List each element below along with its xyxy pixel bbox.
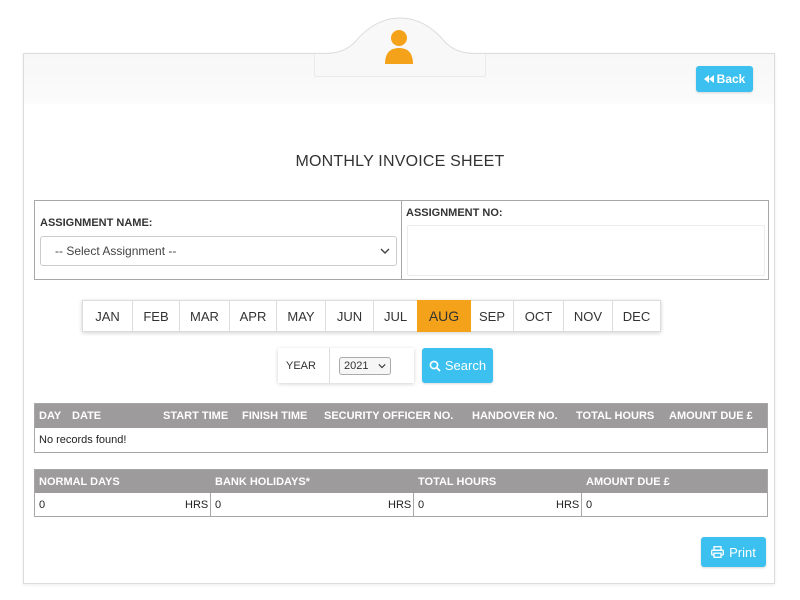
year-select-value: 2021 xyxy=(344,360,369,372)
month-tab-jan[interactable]: JAN xyxy=(82,300,133,332)
col-handover-no: HANDOVER NO. xyxy=(472,410,558,422)
bank-holidays-value: 0 xyxy=(215,499,222,511)
totals-row: 0 HRS 0 HRS 0 HRS 0 xyxy=(35,493,767,516)
month-tab-aug[interactable]: AUG xyxy=(417,300,471,332)
col-bank-holidays: BANK HOLIDAYS* xyxy=(215,476,310,488)
assignment-panel: ASSIGNMENT NAME: -- Select Assignment --… xyxy=(34,200,769,280)
year-label: YEAR xyxy=(278,348,330,383)
col-amount-due: AMOUNT DUE £ xyxy=(586,476,670,488)
assignment-no-cell: ASSIGNMENT NO: xyxy=(402,201,768,279)
back-button-label: Back xyxy=(716,72,746,86)
chevron-down-icon xyxy=(378,364,386,369)
month-tab-feb[interactable]: FEB xyxy=(132,300,180,332)
print-button-label: Print xyxy=(729,544,756,560)
col-normal-days: NORMAL DAYS xyxy=(39,476,120,488)
assignment-no-label: ASSIGNMENT NO: xyxy=(406,207,503,219)
assignment-name-cell: ASSIGNMENT NAME: -- Select Assignment -- xyxy=(35,201,402,279)
print-button[interactable]: Print xyxy=(701,537,766,567)
month-tab-dec[interactable]: DEC xyxy=(612,300,661,332)
normal-days-unit: HRS xyxy=(185,499,209,511)
month-selector: JAN FEB MAR APR MAY JUN JUL AUG SEP OCT NOV DEC xyxy=(82,300,661,332)
col-finish-time: FINISH TIME xyxy=(242,410,308,422)
bank-holidays-unit: HRS xyxy=(388,499,412,511)
year-filter: YEAR 2021 xyxy=(278,348,414,383)
col-total-hours: TOTAL HOURS xyxy=(576,410,655,422)
col-day: DAY xyxy=(39,410,62,422)
rewind-icon xyxy=(703,75,714,83)
empty-message: No records found! xyxy=(39,434,127,446)
total-hours-value: 0 xyxy=(418,499,425,511)
search-button-label: Search xyxy=(444,358,487,373)
totals-table: NORMAL DAYS BANK HOLIDAYS* TOTAL HOURS A… xyxy=(34,469,768,517)
back-button[interactable]: Back xyxy=(696,66,753,92)
user-icon xyxy=(385,30,413,64)
month-tab-sep[interactable]: SEP xyxy=(470,300,514,332)
cell-divider xyxy=(581,493,582,516)
normal-days-value: 0 xyxy=(39,499,46,511)
assignment-select[interactable]: -- Select Assignment -- xyxy=(40,236,397,266)
records-table-header: DAY DATE START TIME FINISH TIME SECURITY… xyxy=(35,404,767,428)
month-tab-apr[interactable]: APR xyxy=(229,300,277,332)
amount-due-value: 0 xyxy=(586,499,593,511)
col-amount-due: AMOUNT DUE £ xyxy=(669,410,753,422)
col-total-hours: TOTAL HOURS xyxy=(418,476,497,488)
page-title: MONTHLY INVOICE SHEET xyxy=(295,153,505,170)
col-start-time: START TIME xyxy=(163,410,229,422)
cell-divider xyxy=(413,493,414,516)
assignment-select-value: -- Select Assignment -- xyxy=(55,244,177,258)
month-tab-oct[interactable]: OCT xyxy=(513,300,564,332)
cell-divider xyxy=(210,493,211,516)
month-tab-mar[interactable]: MAR xyxy=(179,300,230,332)
records-table: DAY DATE START TIME FINISH TIME SECURITY… xyxy=(34,403,768,453)
assignment-name-label: ASSIGNMENT NAME: xyxy=(40,217,153,229)
search-button[interactable]: Search xyxy=(422,348,493,383)
printer-icon xyxy=(711,546,725,558)
totals-table-header: NORMAL DAYS BANK HOLIDAYS* TOTAL HOURS A… xyxy=(35,470,767,493)
assignment-no-field[interactable] xyxy=(407,225,765,276)
chevron-down-icon xyxy=(380,248,390,254)
month-tab-jul[interactable]: JUL xyxy=(373,300,418,332)
year-select[interactable]: 2021 xyxy=(339,357,391,375)
month-tab-jun[interactable]: JUN xyxy=(325,300,374,332)
col-security-officer-no: SECURITY OFFICER NO. xyxy=(324,410,454,422)
month-tab-nov[interactable]: NOV xyxy=(563,300,613,332)
total-hours-unit: HRS xyxy=(556,499,580,511)
col-date: DATE xyxy=(72,410,102,422)
search-icon xyxy=(429,360,441,372)
month-tab-may[interactable]: MAY xyxy=(276,300,326,332)
